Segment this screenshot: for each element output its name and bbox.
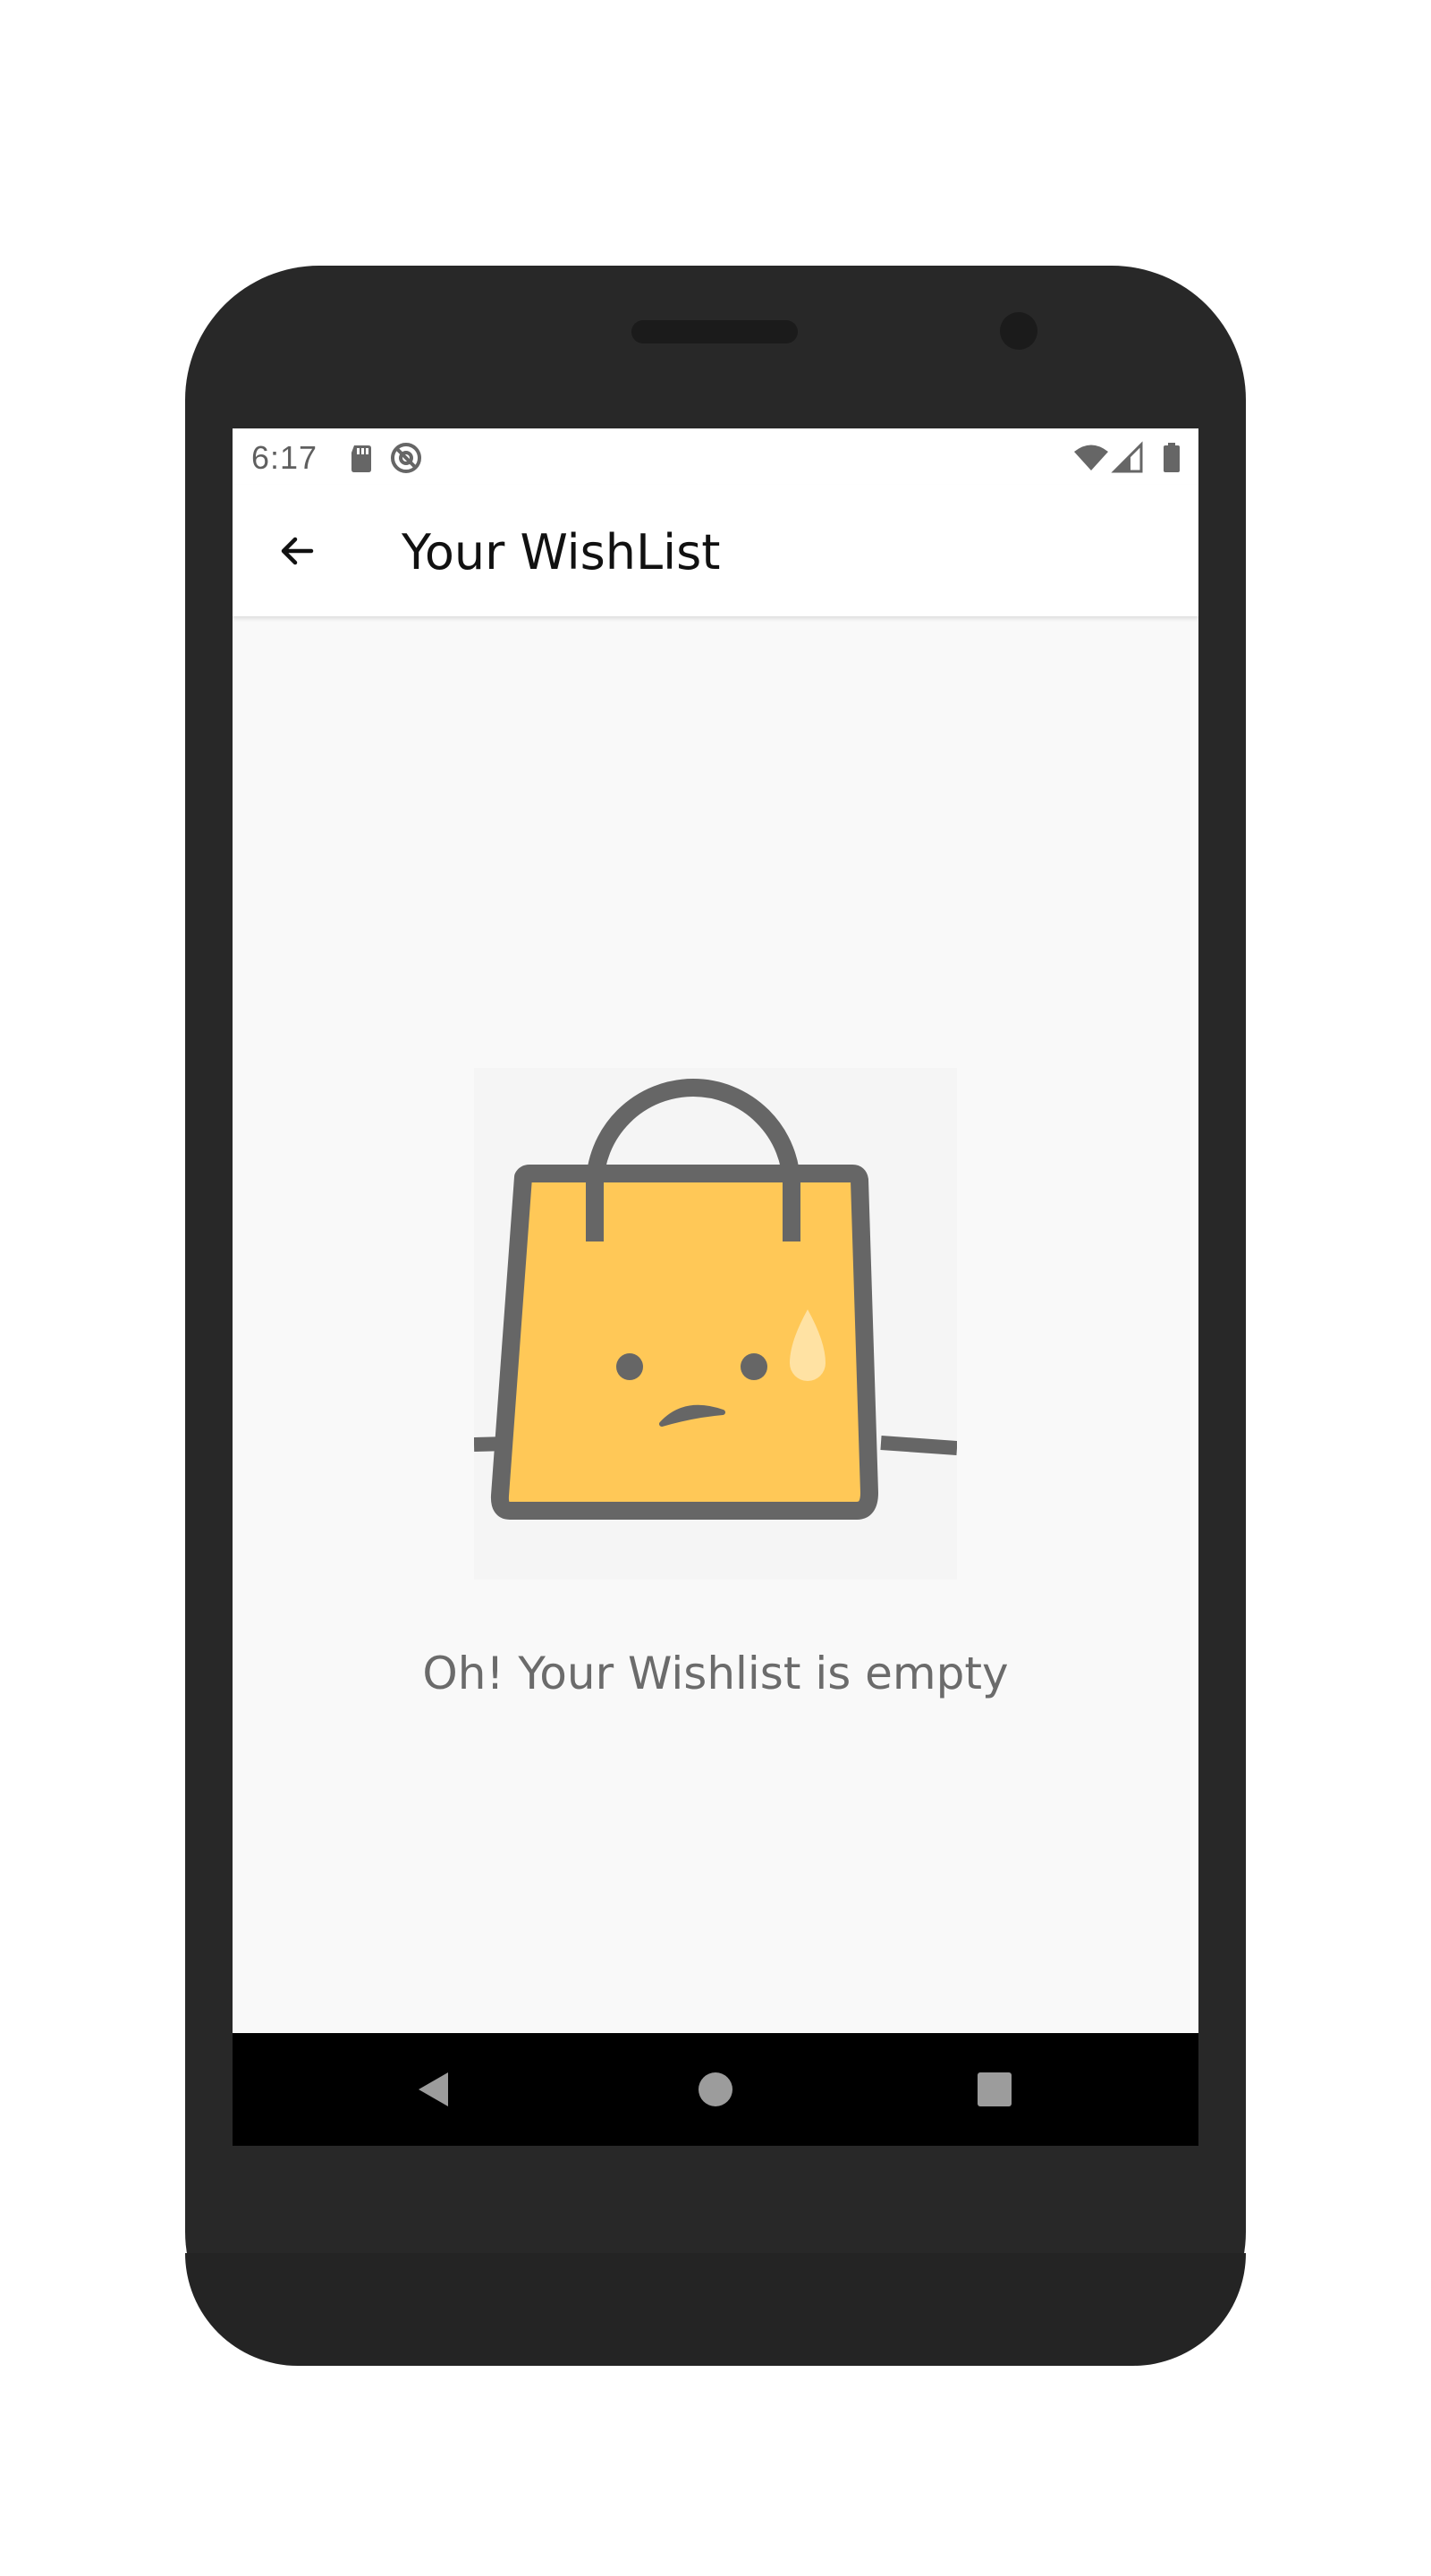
phone-frame: 6:17 Your WishList Oh! Your Wishlist is …: [185, 266, 1246, 2366]
phone-chin: [185, 2253, 1246, 2366]
status-time: 6:17: [251, 439, 318, 476]
earpiece-speaker: [631, 320, 798, 343]
back-triangle-icon: [414, 2070, 453, 2109]
sad-shopping-bag-icon: [473, 1079, 958, 1520]
cell-signal-icon: [1111, 440, 1147, 476]
battery-icon: [1154, 440, 1190, 476]
recents-square-icon: [977, 2072, 1012, 2107]
sd-card-icon: [343, 440, 379, 476]
app-bar: Your WishList: [233, 485, 1198, 616]
nav-home-button[interactable]: [683, 2057, 748, 2122]
empty-wishlist-message: Oh! Your Wishlist is empty: [422, 1648, 1009, 1699]
status-bar: 6:17: [233, 428, 1198, 485]
arrow-left-icon: [275, 530, 318, 572]
nav-recents-button[interactable]: [962, 2057, 1027, 2122]
system-nav-bar: [233, 2033, 1198, 2146]
wifi-icon: [1073, 440, 1109, 476]
home-circle-icon: [698, 2072, 733, 2107]
sync-disabled-icon: [388, 440, 424, 476]
nav-back-button[interactable]: [402, 2057, 466, 2122]
back-button[interactable]: [263, 517, 331, 585]
device-screen: 6:17 Your WishList Oh! Your Wishlist is …: [233, 428, 1198, 2146]
front-camera: [1000, 312, 1037, 350]
empty-wishlist-illustration: [473, 1068, 958, 1580]
page-title: Your WishList: [402, 524, 721, 580]
